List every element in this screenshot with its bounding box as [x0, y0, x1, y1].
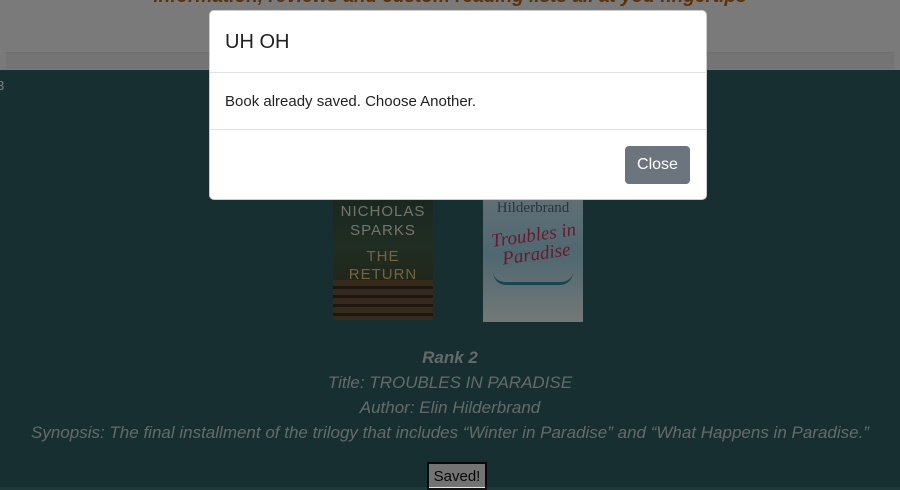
alert-modal: UH OH Book already saved. Choose Another…	[209, 10, 707, 200]
modal-message: Book already saved. Choose Another.	[225, 93, 477, 110]
modal-body: Book already saved. Choose Another.	[210, 73, 706, 130]
modal-title: UH OH	[225, 31, 290, 53]
close-button[interactable]: Close	[625, 146, 690, 184]
modal-header: UH OH	[210, 11, 706, 73]
